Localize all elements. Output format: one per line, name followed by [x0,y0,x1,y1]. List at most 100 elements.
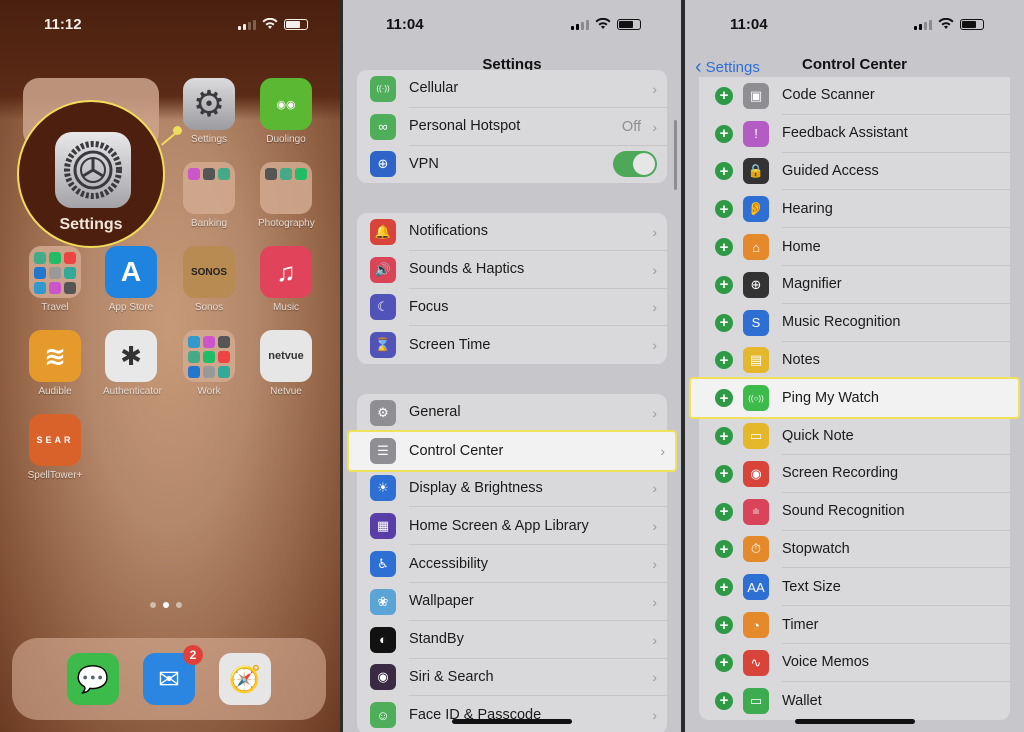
app-label: Netvue [270,386,302,397]
settings-row-quick-note[interactable]: + ▭ Quick Note [699,417,1010,455]
app-duolingo[interactable]: ◉◉ Duolingo [258,78,314,145]
settings-row-focus[interactable]: ☾ Focus › [357,289,667,327]
settings-row-sound-recognition[interactable]: + ılı Sound Recognition [699,493,1010,531]
app-settings[interactable]: ⚙ Settings [181,78,237,145]
settings-row-face-id-passcode[interactable]: ☺ Face ID & Passcode › [357,696,667,732]
app-music[interactable]: ♫ Music [258,246,314,313]
page-indicator[interactable] [150,602,182,608]
status-time: 11:12 [44,16,82,33]
add-control-icon[interactable]: + [715,616,733,635]
settings-row-vpn[interactable]: ⊕ VPN [357,146,667,184]
vpn-toggle[interactable] [613,151,657,178]
control-center-icon: ☰ [370,437,396,464]
add-control-icon[interactable]: + [715,464,733,483]
settings-row-general[interactable]: ⚙ General › [357,394,667,432]
settings-row-hearing[interactable]: + 👂 Hearing [699,190,1010,229]
chevron-right-icon: › [652,480,657,497]
settings-row-control-center[interactable]: ☰ Control Center › [347,429,677,472]
settings-row-notes[interactable]: + ▤ Notes [699,342,1010,380]
scrollbar[interactable] [674,120,677,190]
settings-row-code-scanner[interactable]: + ▣ Code Scanner [699,77,1010,115]
settings-row-guided-access[interactable]: + 🔒 Guided Access [699,153,1010,191]
safari-icon[interactable]: 🧭 [219,653,271,705]
settings-row-notifications[interactable]: 🔔 Notifications › [357,213,667,251]
add-control-icon[interactable]: + [715,238,733,257]
add-control-icon[interactable]: + [715,86,733,105]
status-time: 11:04 [730,16,768,33]
settings-panel: 11:04 Settings ((·)) Cellular › ∞ Personal H… [343,0,681,732]
mail-icon[interactable]: ✉ 2 [143,645,203,705]
settings-row-standby[interactable]: ◐ StandBy › [357,621,667,659]
settings-row-screen-time[interactable]: ⌛ Screen Time › [357,326,667,364]
settings-row-magnifier[interactable]: + ⊕ Magnifier [699,266,1010,304]
hearing-icon: 👂 [743,196,769,223]
settings-row-text-size[interactable]: + AA Text Size [699,568,1010,607]
settings-row-cellular[interactable]: ((·)) Cellular › [357,70,667,108]
callout-dot [173,126,182,135]
settings-row-screen-recording[interactable]: + ◉ Screen Recording [699,455,1010,493]
row-label: Sounds & Haptics [409,251,667,289]
settings-row-home[interactable]: + ⌂ Home [699,228,1010,266]
add-control-icon[interactable]: + [715,351,733,370]
chevron-right-icon: › [652,299,657,316]
app-label: Work [197,386,221,397]
settings-row-voice-memos[interactable]: + ∿ Voice Memos [699,644,1010,682]
app-work[interactable]: Work [181,330,237,397]
settings-row-wallpaper[interactable]: ❀ Wallpaper › [357,583,667,621]
row-label: Feedback Assistant [782,115,1010,153]
settings-row-sounds-haptics[interactable]: 🔊 Sounds & Haptics › [357,251,667,289]
settings-row-accessibility[interactable]: ♿ Accessibility › [357,545,667,583]
app-authenticator[interactable]: ✱ Authenticator [103,330,162,397]
row-label: Home Screen & App Library [409,507,667,546]
settings-row-timer[interactable]: + ◔ Timer [699,606,1010,644]
app-audible[interactable]: ≋ Audible [27,330,83,397]
add-control-icon[interactable]: + [715,124,733,143]
app-label: SpellTower+ [27,470,83,481]
add-control-icon[interactable]: + [715,427,733,446]
settings-group-notifications: 🔔 Notifications › 🔊 Sounds & Haptics › ☾ Focus ›… [357,213,667,365]
app-netvue[interactable]: netvue Netvue [258,330,314,397]
status-bar: 11:12 [0,0,340,50]
settings-row-ping-my-watch[interactable]: + ((○)) Ping My Watch [689,377,1020,420]
settings-row-stopwatch[interactable]: + ⏱ Stopwatch [699,531,1010,569]
add-control-icon[interactable]: + [715,578,733,597]
app-label: Travel [41,302,69,313]
messages-icon[interactable]: 💬 [67,653,119,705]
settings-row-display-brightness[interactable]: ☀ Display & Brightness › [357,470,667,508]
settings-row-siri-search[interactable]: ◉ Siri & Search › [357,659,667,697]
row-label: Display & Brightness [409,470,667,508]
add-control-icon[interactable]: + [715,275,733,294]
app-travel[interactable]: Travel [27,246,83,313]
settings-row-feedback-assistant[interactable]: +! Feedback Assistant [699,115,1010,153]
add-control-icon[interactable]: + [715,540,733,559]
authenticator-icon: ✱ [105,330,157,382]
add-control-icon[interactable]: + [715,653,733,672]
app-banking[interactable]: Banking [181,162,237,229]
notes-icon: ▤ [743,347,769,374]
add-control-icon[interactable]: + [715,313,733,332]
cellular-icon: ((·)) [370,75,396,102]
add-control-icon[interactable]: + [715,502,733,521]
row-label: Stopwatch [782,531,1010,569]
settings-row-personal-hotspot[interactable]: ∞ Personal Hotspot Off › [357,108,667,146]
home-indicator[interactable] [452,719,572,724]
settings-row-music-recognition[interactable]: + S Music Recognition [699,304,1010,342]
back-button[interactable]: ‹ Settings [695,56,760,79]
settings-row-wallet[interactable]: + ▭ Wallet [699,682,1010,720]
app-sonos[interactable]: SONOS Sonos [181,246,237,313]
app-app-store[interactable]: A App Store [103,246,159,313]
app-spelltower[interactable]: SEAR SpellTower+ [27,414,83,481]
settings-row-home-screen-app-library[interactable]: ▦ Home Screen & App Library › [357,507,667,546]
sounds-haptics-icon: 🔊 [370,256,396,283]
folder-icon [183,330,235,382]
chevron-right-icon: › [652,707,657,724]
settings-icon-large[interactable] [55,132,131,208]
add-control-icon[interactable]: + [715,200,733,219]
app-photography[interactable]: Photography [258,162,315,229]
home-indicator[interactable] [794,719,915,724]
sonos-icon: SONOS [183,246,235,298]
add-control-icon[interactable]: + [715,162,733,181]
add-control-icon[interactable]: + [715,691,733,710]
add-control-icon[interactable]: + [715,389,733,408]
battery-icon [960,18,984,30]
